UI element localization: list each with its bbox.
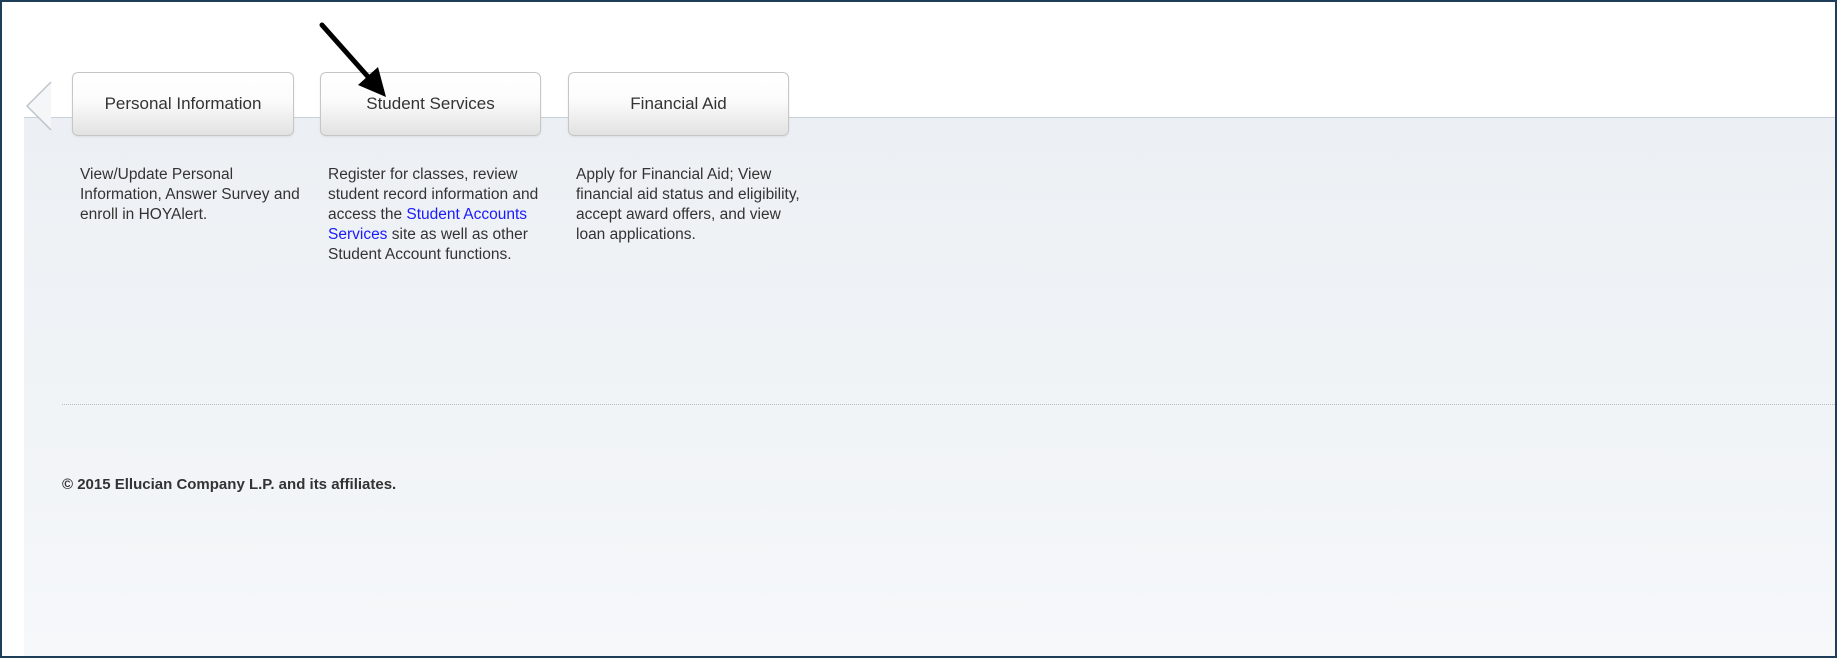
student-services-description: Register for classes, review student rec… xyxy=(328,165,558,265)
tab-baseline xyxy=(24,117,1835,118)
tab-label: Personal Information xyxy=(104,94,262,113)
tab-label: Financial Aid xyxy=(630,94,727,113)
financial-aid-description: Apply for Financial Aid; View financial … xyxy=(576,166,800,243)
chevron-left-icon[interactable] xyxy=(24,80,54,132)
footer-divider xyxy=(62,404,1835,405)
tab-personal-information[interactable]: Personal Information xyxy=(72,72,294,136)
personal-information-description: View/Update Personal Information, Answer… xyxy=(80,166,300,223)
tab-financial-aid[interactable]: Financial Aid xyxy=(568,72,789,136)
arrow-pointer-icon xyxy=(319,22,386,97)
page-frame: Personal Information Student Services Fi… xyxy=(0,0,1837,658)
copyright-text: © 2015 Ellucian Company L.P. and its aff… xyxy=(62,476,397,493)
